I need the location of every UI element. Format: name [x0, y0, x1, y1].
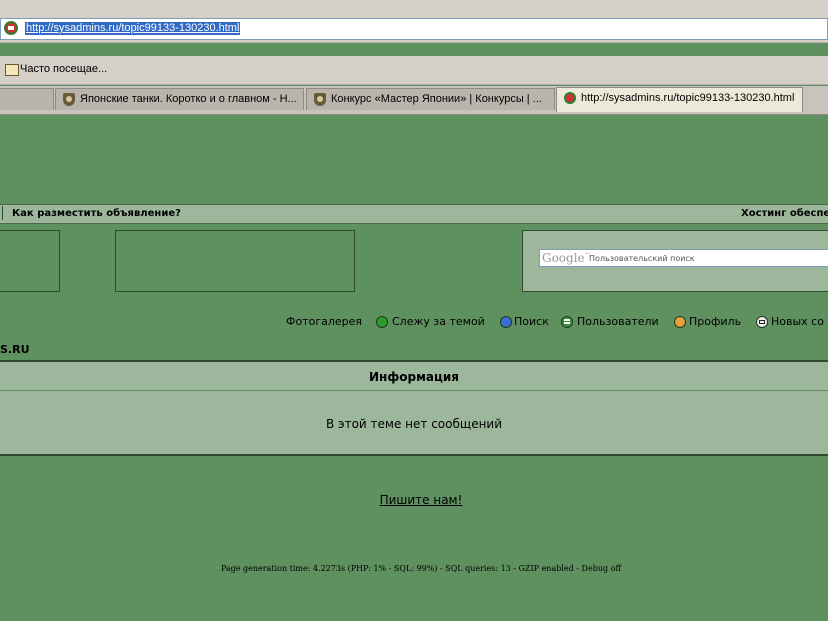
nav-watched-topics[interactable]: Слежу за темой — [376, 315, 485, 328]
bookmark-most-visited[interactable]: Часто посещае... — [20, 63, 107, 75]
wot-shield-icon — [314, 93, 326, 106]
users-icon — [561, 316, 573, 328]
nav-label: Слежу за темой — [392, 315, 485, 328]
banner-slot-left — [0, 230, 60, 292]
tab-hidden-left[interactable] — [0, 88, 54, 110]
google-logo: Google™ — [542, 251, 591, 265]
contact-us-link[interactable]: Пишите нам! — [0, 493, 828, 507]
wot-shield-icon — [63, 93, 75, 106]
nav-search[interactable]: Поиск — [500, 315, 549, 328]
banner-slot-center — [115, 230, 355, 292]
nav-label: Пользователи — [577, 315, 659, 328]
tab-label: http://sysadmins.ru/topic99133-130230.ht… — [581, 92, 795, 104]
nav-gallery[interactable]: Фотогалерея — [286, 315, 362, 328]
footer-stats: Page generation time: 4.2273s (PHP: 1% -… — [220, 564, 622, 573]
nav-label: Профиль — [689, 315, 742, 328]
google-brand-text: Google — [542, 251, 585, 265]
nav-label: Фотогалерея — [286, 315, 363, 328]
window-top-strip — [0, 0, 828, 17]
nav-label: Новых со — [771, 315, 824, 328]
tab-label: Японские танки. Коротко и о главном - Н.… — [80, 93, 297, 105]
nav-users[interactable]: Пользователи — [561, 315, 659, 328]
bookmark-folder-icon[interactable] — [5, 64, 19, 76]
place-ad-link[interactable]: Как разместить объявление? — [12, 208, 181, 219]
profile-icon — [674, 316, 686, 328]
bookmarks-toolbar — [0, 56, 828, 85]
messages-icon — [756, 316, 768, 328]
site-favicon-icon — [4, 21, 18, 35]
tab-master-of-japan[interactable]: Конкурс «Мастер Японии» | Конкурсы | ... — [306, 88, 555, 110]
nav-new-messages[interactable]: Новых со — [756, 315, 824, 328]
site-favicon-icon — [564, 92, 576, 104]
watch-icon — [376, 316, 388, 328]
search-icon — [500, 316, 512, 328]
tab-sysadmins-topic[interactable]: http://sysadmins.ru/topic99133-130230.ht… — [556, 87, 803, 112]
nav-profile[interactable]: Профиль — [674, 315, 741, 328]
site-name[interactable]: S.RU — [0, 343, 30, 356]
search-placeholder: Пользовательский поиск — [589, 254, 695, 263]
tab-japanese-tanks[interactable]: Японские танки. Коротко и о главном - Н.… — [55, 88, 304, 110]
info-message: В этой теме нет сообщений — [325, 417, 503, 431]
ad-bar-divider — [2, 206, 3, 220]
nav-label: Поиск — [514, 315, 549, 328]
hosting-link[interactable]: Хостинг обеспе — [741, 208, 828, 219]
address-url[interactable]: http://sysadmins.ru/topic99133-130230.ht… — [25, 22, 241, 35]
info-divider — [0, 390, 828, 391]
info-title: Информация — [369, 370, 459, 384]
tab-label: Конкурс «Мастер Японии» | Конкурсы | ... — [331, 93, 542, 105]
